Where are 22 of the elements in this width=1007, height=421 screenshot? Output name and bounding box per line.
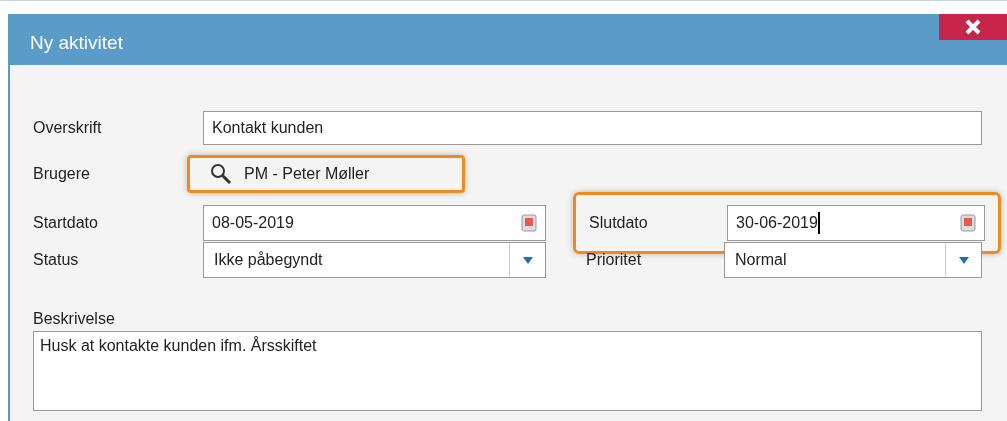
field-label: Beskrivelse [33, 310, 115, 327]
dropdown-arrow-icon [958, 256, 969, 264]
calendar-icon[interactable] [521, 214, 537, 232]
user-picker[interactable]: PM - Peter Møller [187, 155, 465, 193]
dropdown-arrow-icon [522, 256, 533, 264]
close-button[interactable] [939, 14, 1007, 40]
date-field[interactable]: 30-06-2019 [727, 205, 985, 241]
text-area[interactable]: Husk at kontakte kunden ifm. Årsskiftet [33, 331, 982, 411]
text-field[interactable]: Kontakt kunden [203, 111, 982, 145]
dropdown[interactable]: Ikke påbegyndt [203, 242, 546, 278]
field-label: Slutdato [589, 213, 649, 233]
field-label: Prioritet [586, 250, 643, 270]
field-label: Brugere [33, 164, 91, 184]
search-icon [210, 163, 232, 185]
calendar-icon[interactable] [960, 214, 976, 232]
field-label: Startdato [33, 213, 99, 233]
window-title: Ny aktivitet [30, 31, 123, 55]
close-icon [965, 19, 981, 35]
field-label: Status [33, 250, 80, 270]
dropdown[interactable]: Normal [724, 242, 982, 278]
field-label: Overskrift [33, 118, 103, 138]
date-field[interactable]: 08-05-2019 [203, 205, 546, 241]
